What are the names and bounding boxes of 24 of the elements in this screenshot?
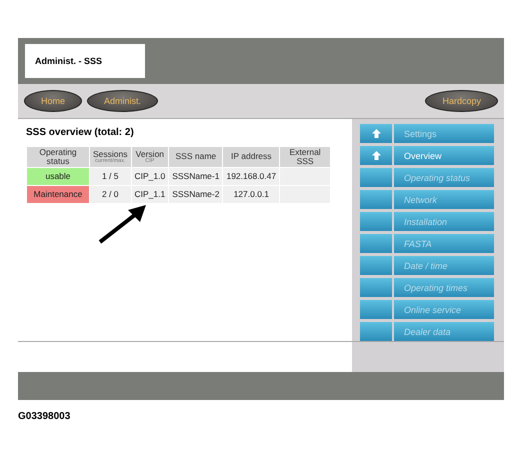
table-cell: SSSName-2 bbox=[169, 186, 222, 203]
table-cell bbox=[280, 168, 330, 185]
table-cell: SSSName-1 bbox=[169, 168, 222, 185]
column-header: IP address bbox=[223, 147, 280, 167]
arrow-drawing bbox=[98, 204, 148, 244]
window-title: Administ. - SSS bbox=[25, 44, 145, 78]
nav-button[interactable]: Home bbox=[24, 90, 82, 112]
table-cell: 1 / 5 bbox=[90, 168, 130, 185]
hardcopy-button[interactable]: Hardcopy bbox=[425, 90, 498, 112]
table-cell: CIP_1.0 bbox=[132, 168, 168, 185]
column-header: External SSS bbox=[280, 147, 330, 167]
up-arrow-icon bbox=[372, 129, 380, 138]
table-cell: 2 / 0 bbox=[90, 186, 130, 203]
table-cell: 127.0.0.1 bbox=[223, 186, 280, 203]
status-cell: usable bbox=[27, 168, 89, 185]
nav-button[interactable]: Administ. bbox=[87, 90, 158, 112]
overview-title: SSS overview (total: 2) bbox=[26, 127, 135, 138]
table-cell: 192.168.0.47 bbox=[223, 168, 280, 185]
column-header: SSS name bbox=[169, 147, 222, 167]
table-cell: CIP_1.1 bbox=[132, 186, 168, 203]
column-header: Operating status bbox=[27, 147, 89, 167]
figure-caption: G03398003 bbox=[18, 411, 70, 422]
up-arrow-icon bbox=[372, 151, 380, 160]
status-cell: Maintenance bbox=[27, 186, 89, 203]
